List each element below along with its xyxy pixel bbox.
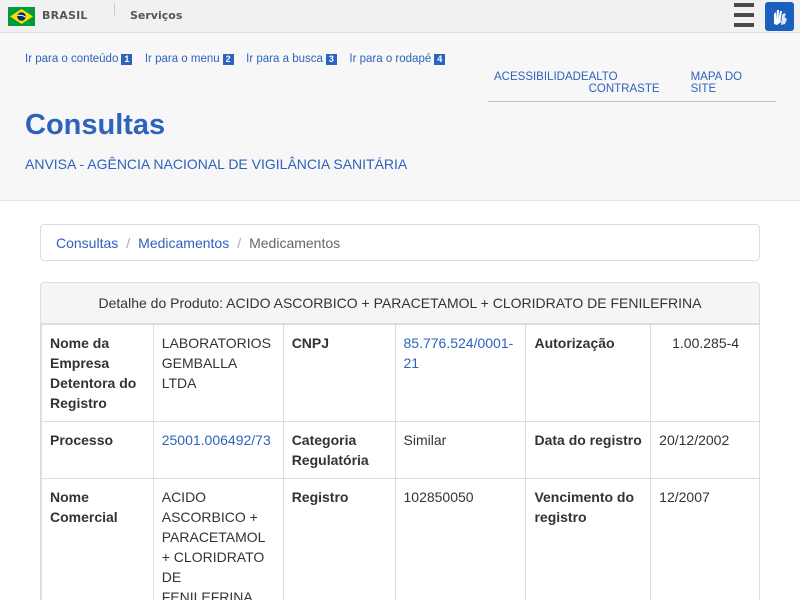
page-title[interactable]: Consultas xyxy=(25,109,165,142)
agency-subtitle: ANVISA - AGÊNCIA NACIONAL DE VIGILÂNCIA … xyxy=(25,156,408,172)
gov-bar-divider xyxy=(114,3,115,17)
breadcrumb: Consultas / Medicamentos / Medicamentos xyxy=(40,224,760,261)
accessibility-link[interactable]: ACESSIBILIDADE xyxy=(494,71,589,95)
cnpj-link[interactable]: 85.776.524/0001-21 xyxy=(404,335,514,371)
company-name-value: LABORATORIOS GEMBALLA LTDA xyxy=(152,324,284,422)
breadcrumb-separator: / xyxy=(126,235,131,251)
field-label: Processo xyxy=(41,421,154,479)
breadcrumb-current: Medicamentos xyxy=(249,235,341,251)
table-row: Nome Comercial ACIDO ASCORBICO + PARACET… xyxy=(41,478,759,600)
brasil-link[interactable]: BRASIL xyxy=(42,9,88,22)
high-contrast-link[interactable]: ALTO CONTRASTE xyxy=(589,71,691,95)
field-label: Data do registro xyxy=(525,421,652,479)
breadcrumb-item-consultas[interactable]: Consultas xyxy=(56,235,118,251)
field-label: Nome Comercial xyxy=(41,478,154,600)
field-label: Categoria Regulatória xyxy=(282,421,396,479)
site-header: Ir para o conteúdo 1 Ir para o menu 2 Ir p… xyxy=(0,33,800,201)
site-map-link[interactable]: MAPA DO SITE xyxy=(691,71,770,95)
accessibility-links: ACESSIBILIDADE ALTO CONTRASTE MAPA DO SI… xyxy=(488,71,776,102)
breadcrumb-separator: / xyxy=(237,235,242,251)
regulatory-category-value: Similar xyxy=(394,421,527,479)
hamburger-menu-icon[interactable] xyxy=(734,3,754,28)
registration-number-value: 102850050 xyxy=(394,478,527,600)
breadcrumb-item-medicamentos[interactable]: Medicamentos xyxy=(138,235,229,251)
product-detail-table: Nome da Empresa Detentora do Registro LA… xyxy=(41,324,759,600)
skip-links: Ir para o conteúdo 1 Ir para o menu 2 Ir p… xyxy=(25,52,454,65)
authorization-value: 1.00.285-4 xyxy=(650,324,759,422)
registration-date-value: 20/12/2002 xyxy=(650,421,759,479)
skip-link-menu[interactable]: Ir para o menu 2 xyxy=(145,53,234,65)
table-row: Nome da Empresa Detentora do Registro LA… xyxy=(41,324,759,422)
table-row: Processo 25001.006492/73 Categoria Regul… xyxy=(41,421,759,479)
field-label: Autorização xyxy=(525,324,652,422)
skip-link-footer[interactable]: Ir para o rodapé 4 xyxy=(349,53,446,65)
vlibras-hands-icon[interactable] xyxy=(765,2,794,31)
product-detail-heading: Detalhe do Produto: ACIDO ASCORBICO + PA… xyxy=(41,283,759,324)
field-label: Nome da Empresa Detentora do Registro xyxy=(41,324,154,422)
product-detail-panel: Detalhe do Produto: ACIDO ASCORBICO + PA… xyxy=(40,282,760,600)
commercial-name-value: ACIDO ASCORBICO + PARACETAMOL + CLORIDRA… xyxy=(152,478,284,600)
registration-expiry-value: 12/2007 xyxy=(650,478,759,600)
gov-bar: BRASIL Serviços xyxy=(0,0,800,33)
process-link[interactable]: 25001.006492/73 xyxy=(162,432,271,448)
field-label: Vencimento do registro xyxy=(525,478,652,600)
field-label: CNPJ xyxy=(282,324,396,422)
servicos-link[interactable]: Serviços xyxy=(130,9,182,22)
field-label: Registro xyxy=(282,478,396,600)
skip-link-search[interactable]: Ir para a busca 3 xyxy=(246,53,337,65)
skip-link-content[interactable]: Ir para o conteúdo 1 xyxy=(25,53,133,65)
brazil-flag-icon[interactable] xyxy=(8,7,35,26)
